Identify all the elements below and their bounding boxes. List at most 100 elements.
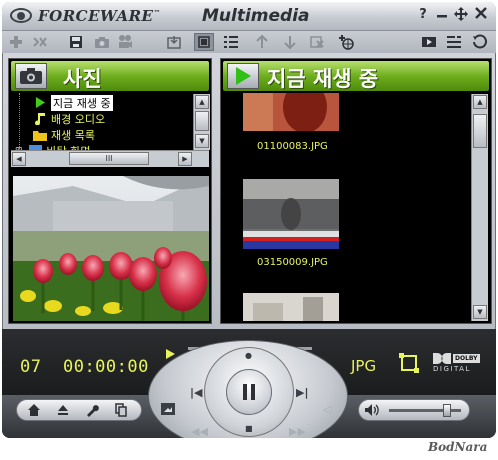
move-up-button[interactable] bbox=[252, 33, 272, 51]
nvidia-eye-logo-icon bbox=[10, 8, 32, 23]
scroll-thumb[interactable]: III bbox=[69, 152, 149, 165]
volume-knob[interactable] bbox=[443, 404, 451, 417]
minimize-button[interactable] bbox=[434, 7, 450, 23]
move-down-button[interactable] bbox=[280, 33, 300, 51]
settings-button[interactable] bbox=[83, 402, 101, 418]
folder-view-icon bbox=[198, 36, 210, 48]
close-icon bbox=[475, 7, 487, 19]
play-icon bbox=[236, 67, 251, 85]
tulips-photo bbox=[13, 176, 209, 321]
scroll-down-icon[interactable]: ▼ bbox=[195, 134, 209, 148]
save-button[interactable] bbox=[66, 33, 86, 51]
brand-logo: FORCEWARE™ bbox=[38, 7, 161, 25]
scroll-right-icon[interactable]: ▶ bbox=[178, 152, 192, 166]
panel-title: 사진 bbox=[63, 67, 102, 91]
menu-icon bbox=[447, 36, 461, 48]
scroll-up-icon[interactable]: ▲ bbox=[473, 95, 487, 109]
scroll-thumb[interactable] bbox=[473, 114, 487, 148]
watermark: BodNara bbox=[428, 440, 488, 454]
eject-button[interactable] bbox=[54, 402, 72, 418]
thumbnail-list: 01100083.JPG 03150009.JPG bbox=[223, 93, 471, 321]
add-icon bbox=[10, 36, 22, 48]
toolbar bbox=[2, 31, 496, 53]
repeat-button[interactable]: ◁ bbox=[323, 403, 331, 416]
screen-mode-button[interactable] bbox=[419, 33, 439, 51]
folder-view-button[interactable] bbox=[194, 33, 214, 51]
elapsed-time: 00:00:00 bbox=[62, 357, 149, 377]
list-view-icon bbox=[224, 36, 238, 48]
close-button[interactable] bbox=[473, 7, 489, 23]
thumbnail-vertical-scrollbar[interactable]: ▲ ▼ bbox=[471, 94, 488, 321]
thumbnail-1[interactable] bbox=[243, 93, 339, 131]
dolby-label: DOLBY bbox=[453, 354, 480, 363]
mute-button[interactable] bbox=[363, 402, 381, 418]
move-button[interactable] bbox=[453, 7, 469, 23]
import-button[interactable] bbox=[164, 33, 184, 51]
track-number: 07 bbox=[20, 357, 42, 377]
photo-mode-button[interactable] bbox=[15, 63, 47, 89]
tree-item-label: 지금 재생 중 bbox=[51, 94, 113, 111]
pause-icon bbox=[243, 384, 255, 400]
now-playing-button[interactable] bbox=[227, 63, 259, 89]
import-icon bbox=[167, 36, 181, 49]
copy-button[interactable] bbox=[112, 402, 130, 418]
tree-item-label: 배경 오디오 bbox=[51, 112, 106, 126]
home-icon bbox=[28, 404, 40, 416]
scroll-thumb[interactable] bbox=[195, 111, 209, 131]
stop-button[interactable]: ■ bbox=[245, 424, 253, 433]
jog-ring[interactable]: |◀ ▶| ● ■ bbox=[190, 347, 308, 437]
tree-item-background-audio[interactable]: 배경 오디오 bbox=[33, 111, 105, 126]
thumbnail-3[interactable] bbox=[243, 293, 339, 321]
tree-item-playlist[interactable]: 재생 목록 bbox=[33, 127, 95, 142]
list-view-button[interactable] bbox=[221, 33, 241, 51]
thumbnail-image bbox=[243, 93, 339, 131]
wrench-icon bbox=[87, 405, 99, 417]
window-title: Multimedia bbox=[202, 6, 310, 26]
snapshot-button[interactable] bbox=[161, 403, 175, 418]
panel-title: 지금 재생 중 bbox=[267, 67, 379, 91]
play-pause-button[interactable] bbox=[226, 369, 272, 415]
tree-item-now-playing[interactable]: 지금 재생 중 bbox=[33, 94, 113, 111]
right-panel: 지금 재생 중 01100083.JPG 03150009.JPG ▲ ▼ bbox=[220, 58, 492, 324]
fast-forward-button[interactable]: ▶▶ bbox=[289, 425, 306, 438]
camera-button[interactable] bbox=[92, 33, 112, 51]
folder-tree: 지금 재생 중 배경 오디오 재생 목록 ⊞ 바탕 화면 bbox=[11, 93, 209, 151]
thumbnail-image bbox=[243, 293, 339, 321]
add-web-button[interactable] bbox=[336, 33, 356, 51]
help-button[interactable]: ? bbox=[415, 7, 431, 23]
delete-icon bbox=[310, 36, 324, 48]
volume-pill bbox=[358, 399, 470, 421]
home-button[interactable] bbox=[25, 402, 43, 418]
digital-label: DIGITAL bbox=[433, 365, 471, 373]
multimedia-window: FORCEWARE™ Multimedia ? 사진 지금 재생 중 배경 오디… bbox=[2, 2, 496, 438]
fullscreen-icon[interactable] bbox=[399, 353, 419, 373]
screen-mode-icon bbox=[422, 37, 436, 47]
title-bar[interactable]: FORCEWARE™ Multimedia ? bbox=[2, 2, 496, 31]
menu-button[interactable] bbox=[444, 33, 464, 51]
add-button[interactable] bbox=[6, 33, 26, 51]
snapshot-icon bbox=[161, 403, 175, 415]
scroll-corner bbox=[194, 152, 208, 166]
photo-preview[interactable] bbox=[13, 176, 209, 321]
next-button[interactable]: ▶| bbox=[296, 386, 308, 399]
thumbnail-2[interactable] bbox=[243, 179, 339, 249]
delete-button[interactable] bbox=[307, 33, 327, 51]
remove-button[interactable] bbox=[30, 33, 50, 51]
tree-vertical-scrollbar[interactable]: ▲ ▼ bbox=[193, 94, 210, 150]
tree-item-label: 재생 목록 bbox=[51, 128, 95, 142]
video-camera-button[interactable] bbox=[115, 33, 135, 51]
back-button[interactable] bbox=[469, 33, 489, 51]
rewind-button[interactable]: ◀◀ bbox=[191, 425, 208, 438]
time-display: 07 00:00:00 bbox=[20, 357, 149, 377]
minimize-icon bbox=[437, 15, 447, 18]
back-icon bbox=[473, 34, 487, 49]
scroll-down-icon[interactable]: ▼ bbox=[473, 305, 487, 319]
scroll-left-icon[interactable]: ◀ bbox=[12, 152, 26, 166]
previous-button[interactable]: |◀ bbox=[190, 386, 202, 399]
scroll-up-icon[interactable]: ▲ bbox=[195, 95, 209, 109]
remove-icon bbox=[33, 37, 47, 47]
speaker-icon bbox=[365, 404, 379, 416]
folder-icon bbox=[33, 128, 47, 141]
tree-horizontal-scrollbar[interactable]: ◀ III ▶ bbox=[11, 150, 209, 167]
left-panel-header: 사진 bbox=[11, 61, 209, 91]
